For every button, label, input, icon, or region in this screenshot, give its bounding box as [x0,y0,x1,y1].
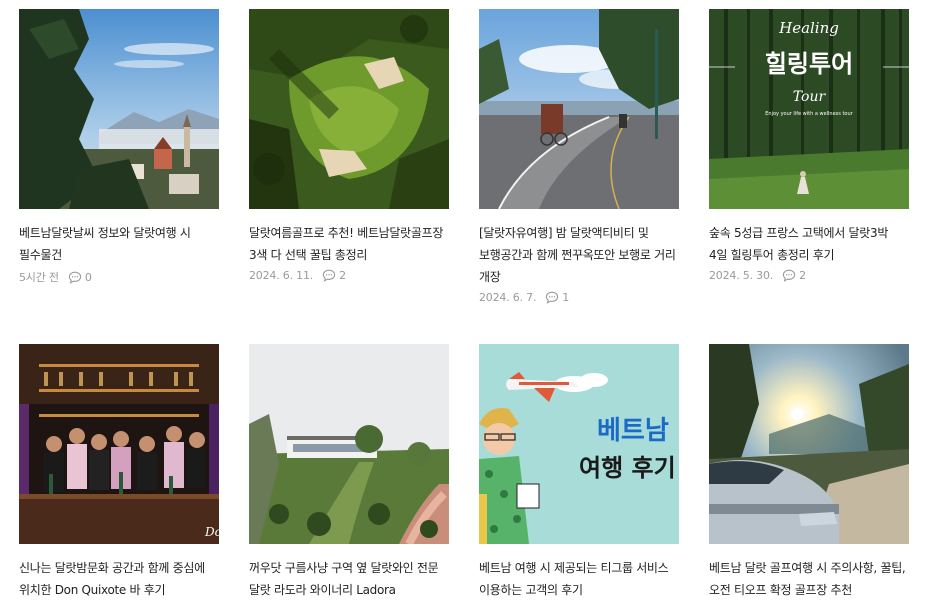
post-title[interactable]: [달랏자유여행] 밤 달랏액티비티 및 보행공간과 함께 쩐꾸옥또안 보행로 거… [479,222,679,288]
post-thumbnail[interactable] [19,9,219,209]
healing-small-text: Enjoy your life with a wellness tour [765,111,853,117]
post-title[interactable]: 숲속 5성급 프랑스 고택에서 달랏3박 4일 힐링투어 총정리 후기 [709,222,909,266]
post-thumbnail[interactable]: Healing 힐링투어 Tour Enjoy your life with a… [709,9,909,209]
comment-count[interactable]: 2 [782,269,806,282]
post-meta: 5시간 전 0 [19,269,92,285]
car-sunrise-image [709,344,909,544]
healing-script-text: Healing [778,19,839,37]
dalat-town-view-image [19,9,219,209]
post-thumbnail[interactable]: 베트남 여행 후기 [479,344,679,544]
post-title[interactable]: 베트남달랏날씨 정보와 달랏여행 시 필수물건 [19,222,219,266]
comment-count[interactable]: 2 [322,269,346,282]
review-line1-text: 베트남 [597,416,669,446]
comment-count[interactable]: 1 [545,291,569,304]
bar-sign-text: Do [204,525,219,539]
comment-count-value: 0 [84,270,92,284]
post-thumbnail[interactable] [249,344,449,544]
review-line2-text: 여행 후기 [579,454,676,482]
post-title[interactable]: 달랏여름골프로 추천! 베트남달랏골프장 3색 다 선택 꿀팁 총정리 [249,222,449,266]
post-card[interactable]: 베트남 달랏 골프여행 시 주의사항, 꿀팁, 오전 티오프 확정 골프장 추천 [709,344,909,597]
comment-icon [782,269,796,282]
post-meta: 2024. 5. 30. 2 [709,269,806,282]
comment-count[interactable]: 0 [68,271,92,284]
winery-building-image [249,344,449,544]
healing-main-text: 힐링투어 [765,50,853,78]
comment-icon [68,271,82,284]
post-date: 5시간 전 [19,271,59,284]
comment-icon [322,269,336,282]
post-title[interactable]: 꺼우닷 구름사냥 구역 옆 달랏와인 전문 달랏 라도라 와이너리 Ladora [249,557,449,601]
pine-forest-healing-image: Healing 힐링투어 Tour Enjoy your life with a… [709,9,909,209]
post-card[interactable]: 꺼우닷 구름사냥 구역 옆 달랏와인 전문 달랏 라도라 와이너리 Ladora [249,344,449,597]
post-card[interactable]: 베트남달랏날씨 정보와 달랏여행 시 필수물건 5시간 전 0 [19,9,219,284]
golf-course-aerial-image [249,9,449,209]
post-date: 2024. 6. 7. [479,291,537,304]
post-thumbnail[interactable]: Do [19,344,219,544]
lakeside-road-cyclo-image [479,9,679,209]
post-title[interactable]: 베트남 여행 시 제공되는 티그룹 서비스 이용하는 고객의 후기 [479,557,679,601]
comment-count-value: 2 [799,269,806,282]
travel-review-illustration-image: 베트남 여행 후기 [479,344,679,544]
comment-count-value: 1 [562,291,570,304]
post-card[interactable]: [달랏자유여행] 밤 달랏액티비티 및 보행공간과 함께 쩐꾸옥또안 보행로 거… [479,9,679,304]
comment-count-value: 2 [339,269,346,282]
post-thumbnail[interactable] [709,344,909,544]
healing-tour-text: Tour [793,89,827,105]
post-card[interactable]: Healing 힐링투어 Tour Enjoy your life with a… [709,9,909,282]
post-date: 2024. 6. 11. [249,269,314,282]
post-meta: 2024. 6. 7. 1 [479,291,569,304]
bar-staff-group-image: Do [19,344,219,544]
comment-icon [546,291,559,304]
post-card[interactable]: 달랏여름골프로 추천! 베트남달랏골프장 3색 다 선택 꿀팁 총정리 2024… [249,9,449,282]
post-thumbnail[interactable] [249,9,449,209]
post-grid: 베트남달랏날씨 정보와 달랏여행 시 필수물건 5시간 전 0 달랏여름골프로 … [0,0,931,601]
post-title[interactable]: 신나는 달랏밤문화 공간과 함께 중심에 위치한 Don Quixote 바 후… [19,557,219,601]
post-title[interactable]: 베트남 달랏 골프여행 시 주의사항, 꿀팁, 오전 티오프 확정 골프장 추천 [709,557,909,601]
post-card[interactable]: Do 신나는 달랏밤문화 공간과 함께 중심에 위치한 Don Quixote … [19,344,219,597]
post-card[interactable]: 베트남 여행 후기 베트남 여행 시 제공되는 티그룹 서비스 이용하는 고객의… [479,344,679,597]
post-thumbnail[interactable] [479,9,679,209]
post-date: 2024. 5. 30. [709,269,774,282]
post-meta: 2024. 6. 11. 2 [249,269,346,282]
